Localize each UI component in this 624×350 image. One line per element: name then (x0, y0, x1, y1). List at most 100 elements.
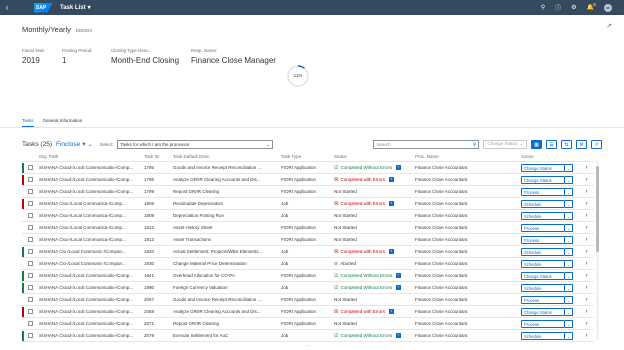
settings-icon[interactable]: ⚙ (576, 139, 587, 149)
chevron-down-icon[interactable]: ⌄ (565, 187, 573, 196)
row-checkbox[interactable] (28, 309, 33, 314)
search-icon[interactable]: ⚲ (541, 4, 545, 11)
chevron-right-icon[interactable]: › (579, 213, 594, 219)
log-icon[interactable]: i (389, 249, 394, 254)
chevron-right-icon[interactable]: › (579, 333, 594, 339)
notifications-icon[interactable]: 🔔 (587, 3, 597, 11)
settings-icon[interactable]: ⚙ (571, 4, 576, 11)
log-icon[interactable]: i (389, 177, 394, 182)
column-header[interactable]: Task ID (144, 154, 173, 159)
vertical-scrollbar[interactable] (596, 160, 599, 340)
table-view-icon[interactable]: ▦ (531, 139, 542, 149)
avatar[interactable]: ab (604, 3, 612, 12)
tab-general-information[interactable]: General Information (43, 118, 83, 127)
row-checkbox[interactable] (28, 333, 33, 338)
action-button[interactable]: Change Status (521, 307, 565, 316)
action-button[interactable]: Process (521, 235, 565, 244)
more-rows-icon[interactable]: ⋯ (306, 343, 311, 349)
row-checkbox[interactable] (28, 177, 33, 182)
chevron-right-icon[interactable]: › (579, 249, 594, 255)
action-button[interactable]: Change Status (521, 271, 565, 280)
action-button[interactable]: Schedule (521, 211, 565, 220)
column-header[interactable]: Task Default Desc. (173, 154, 281, 159)
chevron-right-icon[interactable]: › (579, 225, 594, 231)
tab-tasks[interactable]: Tasks (22, 118, 34, 127)
table-row[interactable]: S/4HANA Cloud-/Local Communicatio-/Comp.… (22, 162, 594, 174)
action-button[interactable]: Schedule (521, 247, 565, 256)
table-row[interactable]: S/4HANA Cloud-/Local Communicatio-/Comp.… (22, 330, 594, 342)
sort-icon[interactable]: ⇅ (561, 139, 572, 149)
help-icon[interactable]: ⓘ (555, 3, 561, 12)
chevron-right-icon[interactable]: › (579, 189, 594, 195)
chevron-right-icon[interactable]: › (579, 261, 594, 267)
chevron-right-icon[interactable]: › (579, 273, 594, 279)
chevron-down-icon[interactable]: ⌄ (565, 307, 573, 316)
change-status-button[interactable]: Change Status ⌄ (483, 139, 527, 149)
export-menu-icon[interactable]: ↗ (591, 139, 602, 149)
log-icon[interactable]: i (396, 273, 402, 278)
log-icon[interactable]: i (389, 309, 394, 314)
action-button[interactable]: Process (521, 223, 565, 232)
row-checkbox[interactable] (28, 225, 33, 230)
action-button[interactable]: Schedule (521, 259, 565, 268)
chevron-down-icon[interactable]: ⌄ (565, 283, 573, 292)
action-button[interactable]: Schedule (521, 199, 565, 208)
table-row[interactable]: S/4HANA Cloud-/Local Communicatio-/Comp.… (22, 282, 594, 294)
log-icon[interactable]: i (396, 165, 402, 170)
chevron-down-icon[interactable]: ⌄ (565, 295, 573, 304)
chevron-right-icon[interactable]: › (579, 201, 594, 207)
row-checkbox[interactable] (28, 321, 33, 326)
table-row[interactable]: S/4HANA Cloud-/Local Communicatio-/Comp.… (22, 186, 594, 198)
column-header[interactable]: Task Type (281, 154, 334, 159)
table-row[interactable]: S/4HANA Clo-/Local Communic-/Compan... 18… (22, 258, 594, 270)
action-button[interactable]: Process (521, 295, 565, 304)
column-header[interactable]: Action (521, 154, 579, 159)
hierarchy-view-icon[interactable]: ☰ (546, 139, 557, 149)
row-checkbox[interactable] (28, 165, 33, 170)
action-button[interactable]: Change Status (521, 163, 565, 172)
chevron-down-icon[interactable]: ⌄ (565, 271, 573, 280)
row-checkbox[interactable] (28, 297, 33, 302)
table-row[interactable]: S/4HANA Clou-/Local Communica-/Comp... 18… (22, 222, 594, 234)
row-checkbox[interactable] (28, 249, 33, 254)
action-button[interactable]: Change Status (521, 175, 565, 184)
sap-logo[interactable]: SAP (34, 2, 53, 13)
table-row[interactable]: S/4HANA Clou-/Local Communica-/Comp... 18… (22, 198, 594, 210)
log-icon[interactable]: i (396, 285, 402, 290)
scrollbar-thumb[interactable] (596, 166, 599, 252)
search-input[interactable]: Search ⚲ (373, 139, 480, 149)
table-row[interactable]: S/4HANA Cloud-/Local Communicatio-/Comp.… (22, 294, 594, 306)
row-checkbox[interactable] (28, 261, 33, 266)
row-checkbox[interactable] (28, 285, 33, 290)
table-row[interactable]: S/4HANA Cloud-/Local Communicatio-/Comp.… (22, 174, 594, 186)
action-button[interactable]: Schedule (521, 283, 565, 292)
chevron-right-icon[interactable]: › (579, 285, 594, 291)
row-checkbox[interactable] (28, 273, 33, 278)
chevron-right-icon[interactable]: › (579, 177, 594, 183)
table-row[interactable]: S/4HANA Clou-/Local Communica-/Comp... 18… (22, 210, 594, 222)
chevron-down-icon[interactable]: ⌄ (565, 211, 573, 220)
chevron-down-icon[interactable]: ⌄ (565, 319, 573, 328)
table-row[interactable]: S/4HANA Cloud-/Local Communicatio-/Comp.… (22, 318, 594, 330)
variant-selector[interactable]: Finclose ▾ ⌄ (56, 140, 93, 149)
row-checkbox[interactable] (28, 201, 33, 206)
row-checkbox[interactable] (28, 213, 33, 218)
chevron-down-icon[interactable]: ⌄ (565, 199, 573, 208)
row-checkbox[interactable] (28, 189, 33, 194)
chevron-down-icon[interactable]: ⌄ (565, 259, 573, 268)
task-filter-select[interactable]: Tasks for which I am the processor ⌄ (117, 139, 274, 149)
chevron-right-icon[interactable]: › (579, 309, 594, 315)
chevron-down-icon[interactable]: ⌄ (565, 223, 573, 232)
app-title-menu[interactable]: Task List ▾ (60, 4, 91, 12)
row-checkbox[interactable] (28, 237, 33, 242)
chevron-down-icon[interactable]: ⌄ (565, 175, 573, 184)
chevron-right-icon[interactable]: › (579, 165, 594, 171)
log-icon[interactable]: i (396, 333, 402, 338)
table-row[interactable]: S/4HANA Cloud-/Local Communicatio-/Comp.… (22, 306, 594, 318)
chevron-left-icon[interactable]: ‹ (0, 0, 14, 15)
action-button[interactable]: Process (521, 319, 565, 328)
chevron-right-icon[interactable]: › (579, 297, 594, 303)
table-row[interactable]: S/4HANA Cloud-/Local Communicatio-/Comp.… (22, 270, 594, 282)
chevron-down-icon[interactable]: ⌄ (565, 235, 573, 244)
chevron-down-icon[interactable]: ⌄ (565, 163, 573, 172)
